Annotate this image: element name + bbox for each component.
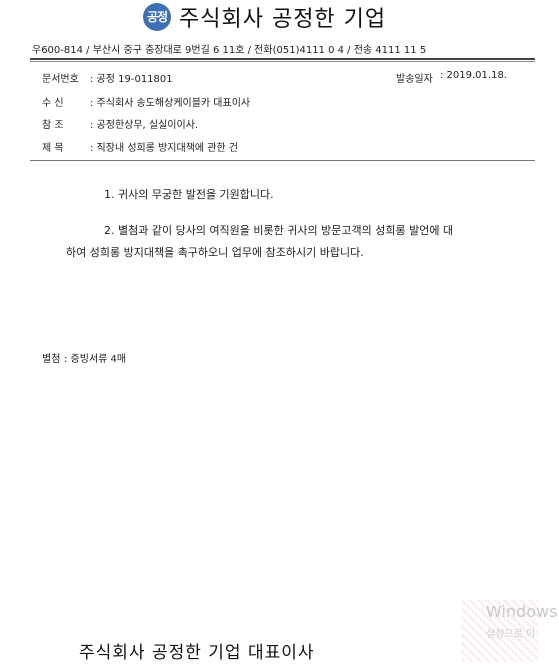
reference-value: : 공정한상무, 실실이이사.: [90, 120, 199, 131]
recipient-value: : 주식회사 송도해상케이블카 대표이사: [90, 98, 251, 109]
body-paragraph-2-line-1: 2. 별첨과 같이 당사의 여직원을 비롯한 귀사의 방문고객의 성희롱 발언에…: [104, 224, 454, 237]
doc-number-value: : 공정 19-011801: [90, 74, 173, 85]
address-line: 우600-814 / 부산시 중구 충장대로 9번길 6 11호 / 전화(05…: [32, 45, 427, 56]
windows-activation-watermark: Windows: [486, 602, 558, 621]
company-title: 주식회사 공정한 기업: [179, 7, 387, 32]
header-divider: [30, 58, 535, 60]
attachment-value: : 증빙서류 4매: [64, 354, 127, 365]
reference-label: 참 조: [42, 120, 64, 131]
meta-divider: [30, 160, 535, 161]
subject-label: 제 목: [42, 143, 64, 154]
signature-line: 주식회사 공정한 기업 대표이사: [79, 643, 315, 663]
header-divider-thin: [30, 61, 535, 62]
sent-date-label: 발송일자: [396, 74, 433, 85]
body-paragraph-2-line-2: 하여 성희롱 방지대책을 촉구하오니 업무에 참조하시기 바랍니다.: [66, 246, 364, 259]
attachment-label: 별첨: [42, 354, 61, 365]
recipient-label: 수 신: [42, 98, 64, 109]
sent-date-value: : 2019.01.18.: [440, 70, 507, 81]
company-logo: 공정: [143, 3, 171, 31]
doc-number-label: 문서번호: [42, 74, 79, 85]
subject-value: : 직장내 성희롱 방지대책에 관한 건: [90, 143, 239, 154]
body-paragraph-1: 1. 귀사의 무궁한 발전을 기원합니다.: [104, 188, 274, 201]
windows-activation-subtext: 설정으로 이: [486, 629, 536, 640]
